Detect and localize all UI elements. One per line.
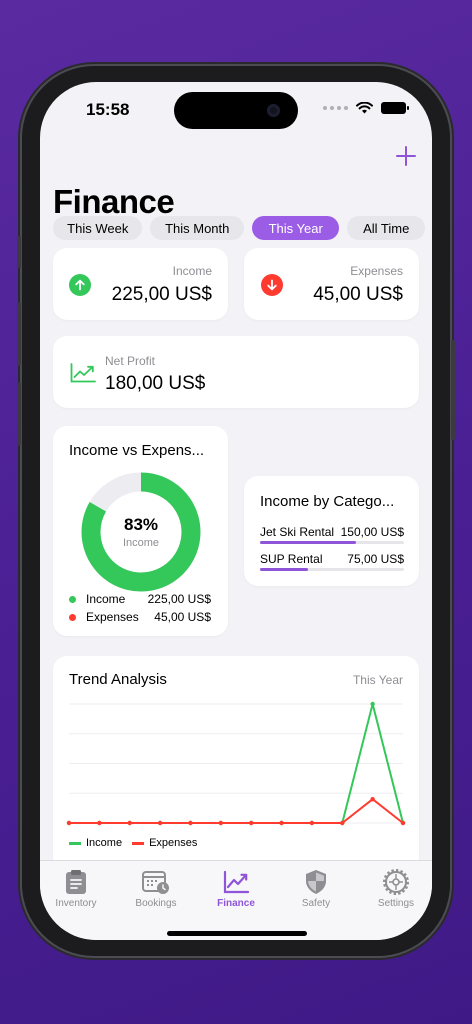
- income-vs-expenses-card[interactable]: Income vs Expens... 83% Income Income 22…: [53, 426, 228, 636]
- plus-icon: [396, 146, 416, 166]
- chart-line-icon: [223, 870, 249, 894]
- category-value: 75,00 US$: [347, 552, 404, 566]
- net-profit-card[interactable]: Net Profit 180,00 US$: [53, 336, 419, 408]
- trend-title: Trend Analysis: [69, 671, 167, 688]
- data-point-income: [370, 701, 375, 707]
- trend-analysis-card[interactable]: Trend Analysis This Year Income Expenses: [53, 656, 419, 886]
- income-label: Income: [172, 264, 212, 278]
- legend-swatch-income: [69, 841, 81, 845]
- income-by-category-title: Income by Catego...: [260, 493, 395, 510]
- calendar-clock-icon: [142, 871, 169, 894]
- data-point-expenses: [370, 797, 375, 802]
- segment-this-year[interactable]: This Year: [251, 216, 340, 240]
- income-by-category-card[interactable]: Income by Catego... Jet Ski Rental 150,0…: [244, 476, 419, 586]
- battery-icon: [381, 102, 409, 114]
- expenses-card[interactable]: Expenses 45,00 US$: [244, 248, 419, 320]
- donut-center: 83% Income: [81, 472, 201, 592]
- trend-legend: Income Expenses: [69, 837, 197, 849]
- category-bar-track: [260, 568, 404, 571]
- tab-label: Inventory: [55, 898, 97, 909]
- add-button[interactable]: [396, 142, 416, 172]
- status-time: 15:58: [86, 100, 130, 119]
- arrow-down-circle-icon: [261, 274, 283, 296]
- tab-settings[interactable]: Settings: [360, 869, 432, 909]
- category-label: Jet Ski Rental: [260, 525, 335, 539]
- legend-value: 45,00 US$: [154, 610, 211, 624]
- category-row-jet-ski: Jet Ski Rental 150,00 US$: [260, 525, 404, 539]
- volume-up-button: [17, 302, 21, 366]
- data-point-expenses: [248, 820, 254, 826]
- tab-inventory[interactable]: Inventory: [40, 869, 112, 909]
- data-point-expenses: [400, 820, 406, 826]
- gear-icon: [383, 869, 409, 895]
- income-value: 225,00 US$: [111, 284, 212, 305]
- data-point-expenses: [97, 820, 102, 826]
- tab-safety[interactable]: Safety: [280, 869, 352, 909]
- legend-label: Income: [86, 837, 123, 849]
- data-point-expenses: [188, 820, 193, 826]
- signal-icon: [323, 106, 348, 110]
- legend-label: Expenses: [86, 610, 139, 624]
- income-vs-expenses-title: Income vs Expens...: [69, 442, 205, 459]
- tab-finance[interactable]: Finance: [200, 869, 272, 909]
- trend-period: This Year: [352, 673, 403, 687]
- donut-chart: 83% Income: [81, 472, 201, 592]
- data-point-expenses: [66, 820, 72, 826]
- data-point-expenses: [309, 820, 315, 826]
- legend-dot-expenses: [69, 613, 76, 621]
- category-value: 150,00 US$: [340, 525, 404, 539]
- donut-percent: 83%: [123, 515, 159, 534]
- legend-expenses: Expenses 45,00 US$: [69, 610, 211, 624]
- clipboard-icon: [66, 870, 86, 894]
- volume-down-button: [17, 382, 21, 446]
- legend-dot-income: [69, 595, 76, 603]
- wifi-icon: [356, 102, 373, 114]
- donut-percent-label: Income: [122, 537, 160, 549]
- net-profit-value: 180,00 US$: [105, 373, 206, 394]
- category-row-sup: SUP Rental 75,00 US$: [260, 552, 404, 566]
- category-bar-fill: [260, 541, 357, 544]
- trend-chart-icon: [70, 363, 96, 383]
- tab-label: Safety: [301, 898, 331, 909]
- tab-label: Finance: [217, 898, 255, 909]
- category-bar-fill: [260, 568, 308, 571]
- period-selector: This Week This Month This Year All Time: [53, 216, 425, 240]
- tab-bar: Inventory Bookings Finance Safety Settin…: [40, 860, 432, 940]
- category-bar-track: [260, 541, 404, 544]
- expenses-value: 45,00 US$: [313, 284, 403, 305]
- income-card[interactable]: Income 225,00 US$: [53, 248, 228, 320]
- series-line-expenses: [69, 798, 404, 824]
- status-indicators: [323, 102, 409, 114]
- legend-label: Expenses: [149, 837, 198, 849]
- shield-icon: [306, 870, 326, 894]
- data-point-expenses: [127, 820, 132, 826]
- trend-chart: [66, 701, 406, 826]
- data-point-expenses: [340, 820, 345, 826]
- category-label: SUP Rental: [260, 552, 323, 566]
- legend-swatch-expenses: [132, 841, 145, 845]
- legend-income: Income 225,00 US$: [69, 592, 211, 606]
- tab-label: Settings: [377, 898, 415, 909]
- camera-icon: [267, 104, 280, 117]
- screen: 15:58 Finance This Week This Month This …: [40, 82, 432, 940]
- dynamic-island: [174, 92, 298, 129]
- net-profit-label: Net Profit: [105, 354, 156, 368]
- home-indicator: [167, 931, 307, 936]
- legend-label: Income: [86, 592, 126, 606]
- data-point-expenses: [157, 820, 163, 826]
- segment-all-time[interactable]: All Time: [347, 216, 425, 240]
- data-point-expenses: [218, 820, 224, 826]
- side-button: [451, 340, 455, 440]
- segment-this-month[interactable]: This Month: [150, 216, 244, 240]
- expenses-label: Expenses: [350, 264, 403, 278]
- data-point-expenses: [279, 820, 284, 826]
- arrow-up-circle-icon: [69, 274, 91, 296]
- legend-value: 225,00 US$: [147, 592, 211, 606]
- finance-screen: 15:58 Finance This Week This Month This …: [40, 82, 432, 940]
- tab-label: Bookings: [135, 898, 177, 909]
- segment-this-week[interactable]: This Week: [53, 216, 143, 240]
- mute-switch: [17, 236, 21, 268]
- tab-bookings[interactable]: Bookings: [120, 869, 192, 909]
